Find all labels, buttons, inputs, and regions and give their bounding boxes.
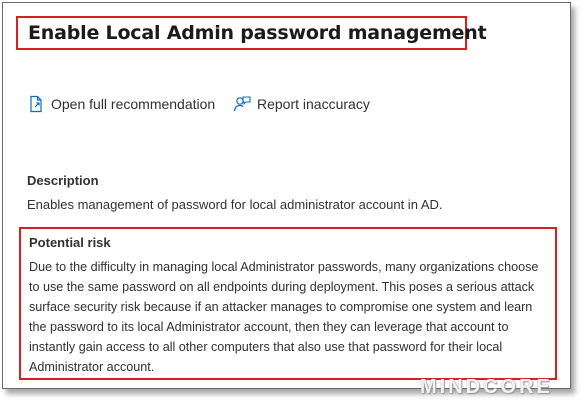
potential-risk-text: Due to the difficulty in managing local … (29, 260, 539, 374)
open-full-recommendation-link[interactable]: Open full recommendation (27, 95, 215, 113)
report-inaccuracy-link[interactable]: Report inaccuracy (233, 95, 370, 113)
potential-risk-highlight-box: Potential risk Due to the difficulty in … (19, 227, 557, 380)
potential-risk-heading: Potential risk (29, 235, 111, 250)
description-heading: Description (27, 173, 99, 188)
description-text: Enables management of password for local… (27, 197, 443, 212)
person-feedback-icon (233, 95, 251, 113)
open-document-icon (27, 95, 45, 113)
open-full-recommendation-label: Open full recommendation (51, 96, 216, 112)
report-inaccuracy-label: Report inaccuracy (257, 96, 370, 112)
page-title: Enable Local Admin password management (28, 22, 487, 44)
title-highlight-box: Enable Local Admin password management (16, 16, 487, 50)
recommendation-panel: Enable Local Admin password management O… (2, 2, 571, 389)
